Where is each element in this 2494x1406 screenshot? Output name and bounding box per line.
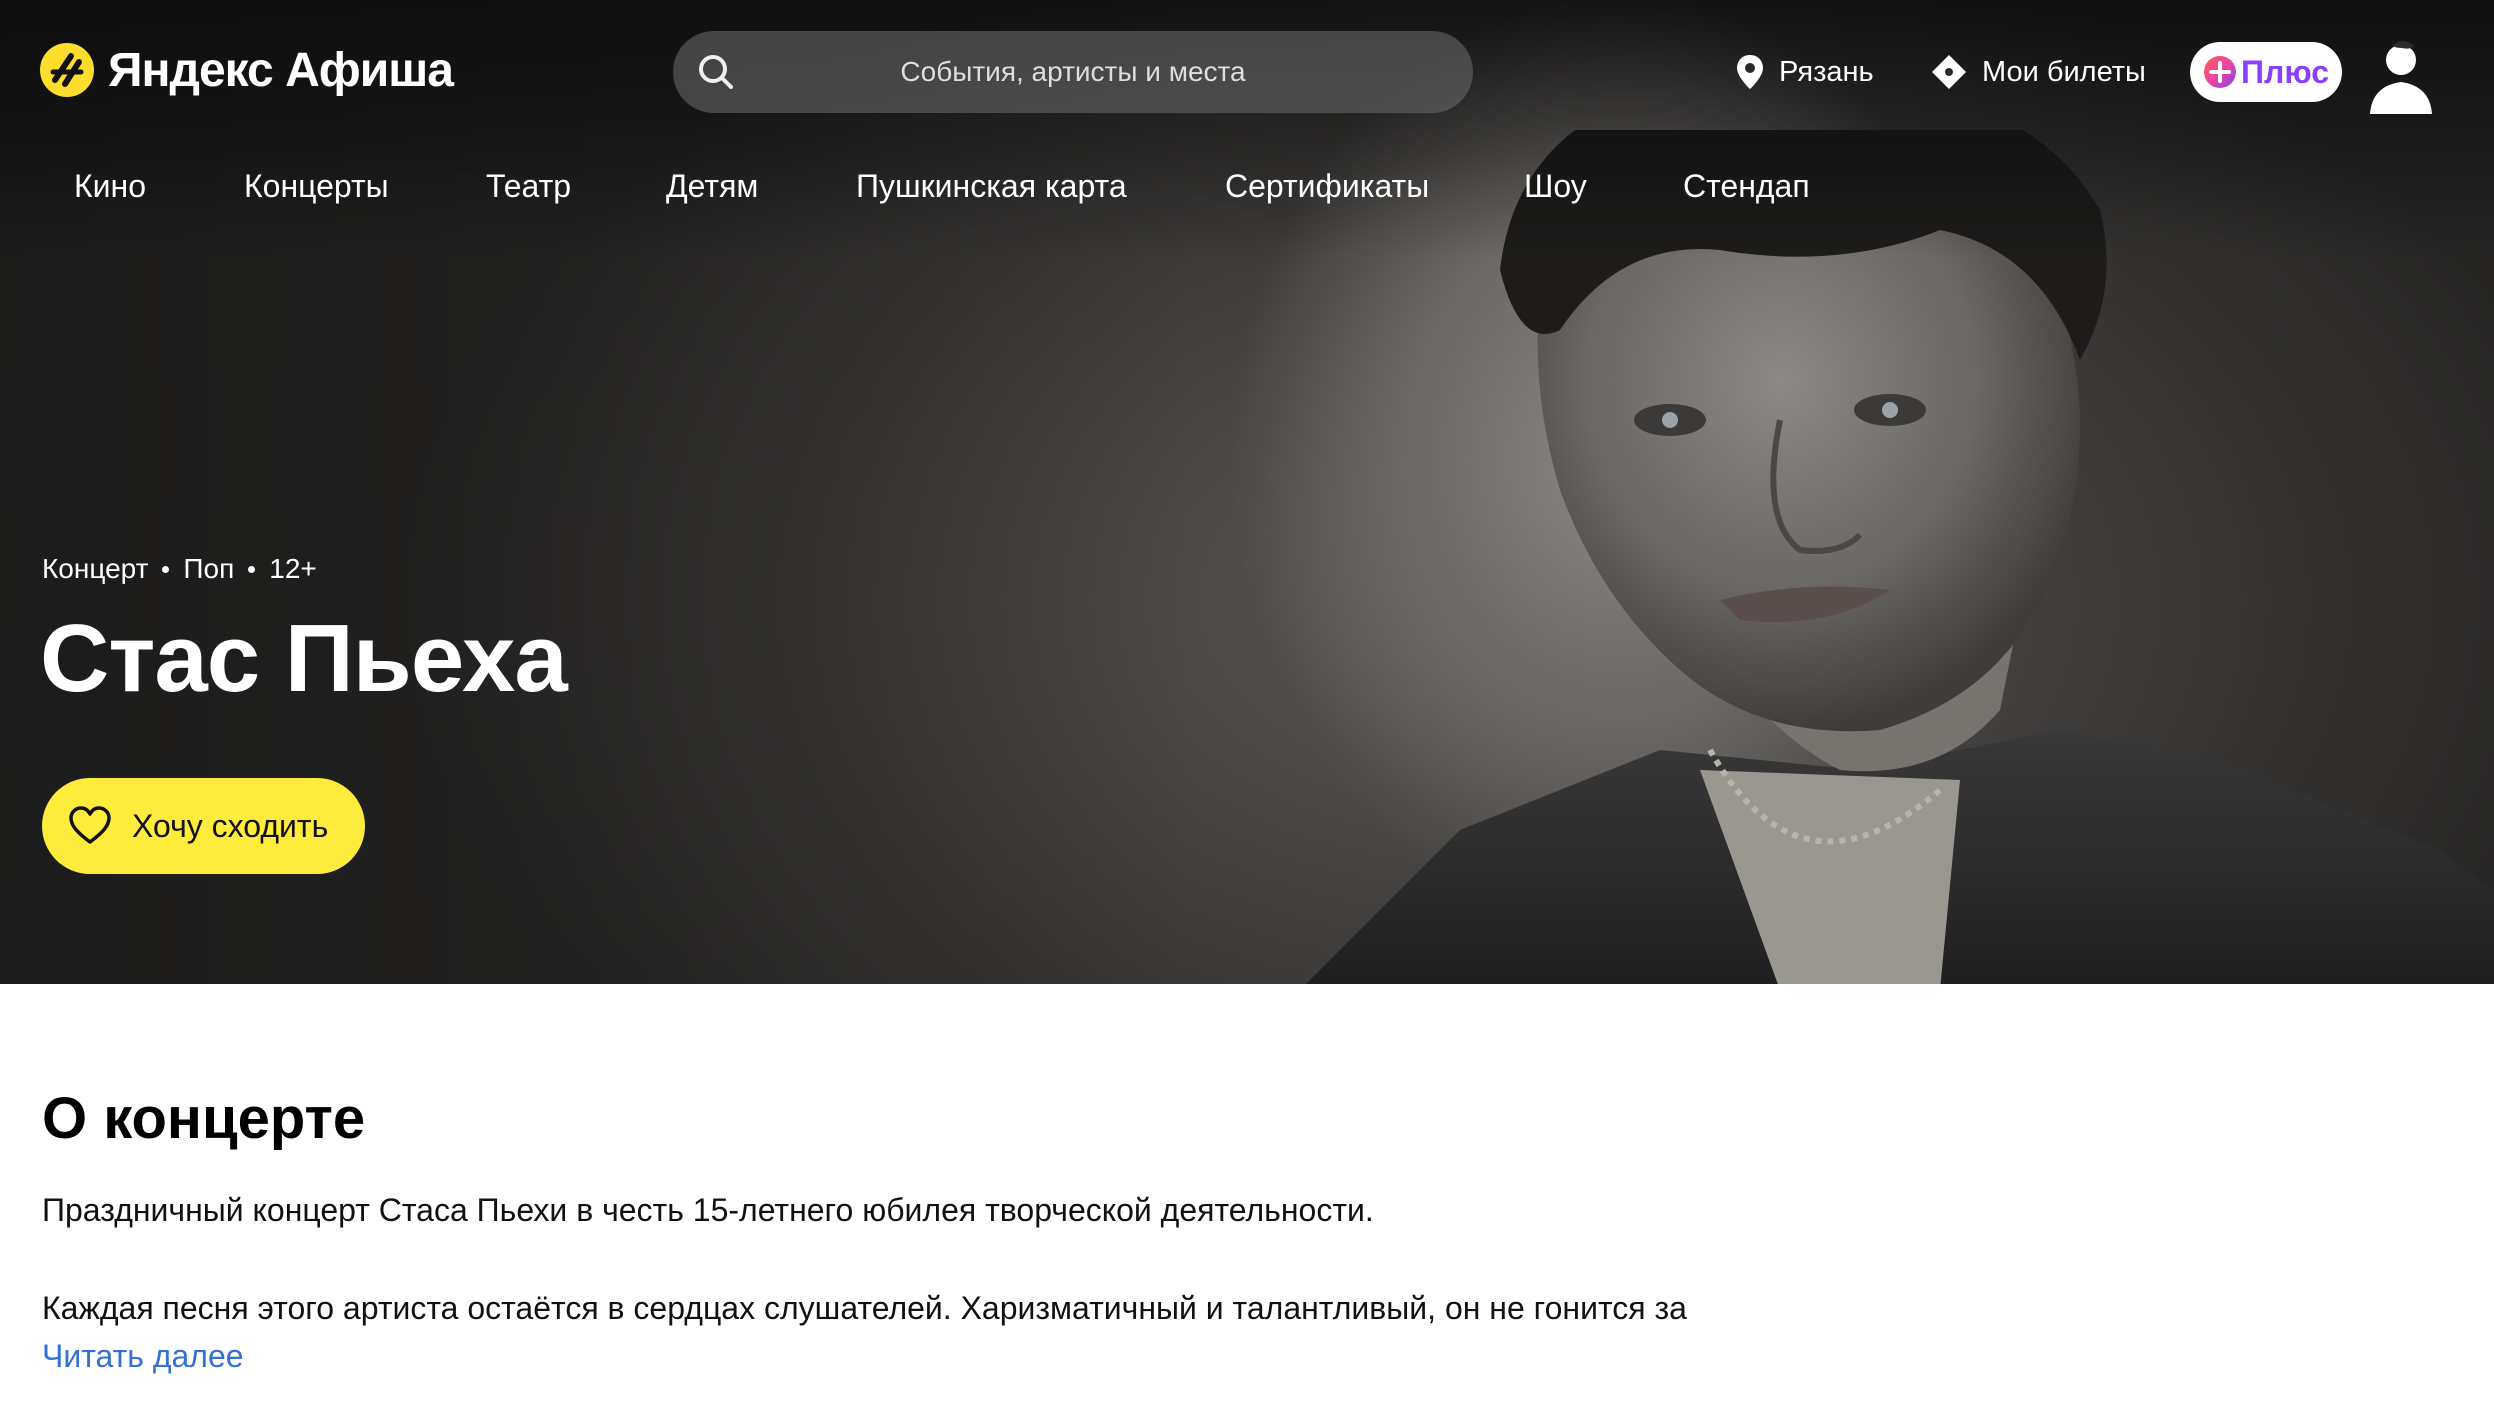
meta-separator [248, 565, 256, 573]
search-icon [699, 55, 733, 89]
about-title: О концерте [42, 1086, 366, 1151]
hero-banner: Яндекс Афиша Рязань Мои билеты [0, 0, 2494, 984]
location-pin-icon [1737, 55, 1763, 89]
nav-item-pushkin-card[interactable]: Пушкинская карта [856, 168, 1127, 205]
user-avatar-icon[interactable] [2368, 38, 2434, 114]
plus-label: Плюс [2240, 53, 2330, 90]
meta-separator [162, 565, 170, 573]
logo-text: Яндекс Афиша [108, 43, 454, 97]
plus-button[interactable]: Плюс [2190, 42, 2342, 102]
search-input[interactable] [673, 31, 1473, 113]
nav-item-standup[interactable]: Стендап [1683, 168, 1810, 205]
nav-item-certificates[interactable]: Сертификаты [1225, 168, 1429, 205]
plus-logo-icon [2203, 56, 2236, 88]
nav-item-show[interactable]: Шоу [1524, 168, 1587, 205]
event-type: Концерт [42, 553, 149, 584]
afisha-logo-icon [40, 43, 94, 97]
nav-item-concerts[interactable]: Концерты [244, 168, 389, 205]
nav-item-theatre[interactable]: Театр [486, 168, 571, 205]
event-genre: Поп [183, 553, 235, 584]
want-to-go-button[interactable]: Хочу сходить [42, 778, 365, 874]
want-to-go-label: Хочу сходить [132, 807, 329, 844]
age-rating: 12+ [269, 553, 317, 584]
event-meta: Концерт Поп 12+ [42, 553, 317, 585]
heart-icon [69, 806, 111, 844]
site-logo[interactable]: Яндекс Афиша [40, 40, 454, 100]
city-selector[interactable]: Рязань [1735, 42, 1874, 102]
ticket-icon [1932, 55, 1966, 89]
search-bar[interactable] [673, 31, 1473, 113]
nav-item-kids[interactable]: Детям [666, 168, 758, 205]
about-paragraph: Праздничный концерт Стаса Пьехи в честь … [42, 1192, 1374, 1228]
about-paragraph: Каждая песня этого артиста остаётся в се… [42, 1290, 1687, 1326]
my-tickets-link[interactable]: Мои билеты [1930, 42, 2146, 102]
my-tickets-label: Мои билеты [1982, 55, 2146, 88]
event-title: Стас Пьеха [40, 605, 568, 712]
city-label: Рязань [1779, 55, 1874, 88]
read-more-link[interactable]: Читать далее [42, 1338, 244, 1375]
nav-item-kino[interactable]: Кино [74, 168, 146, 205]
